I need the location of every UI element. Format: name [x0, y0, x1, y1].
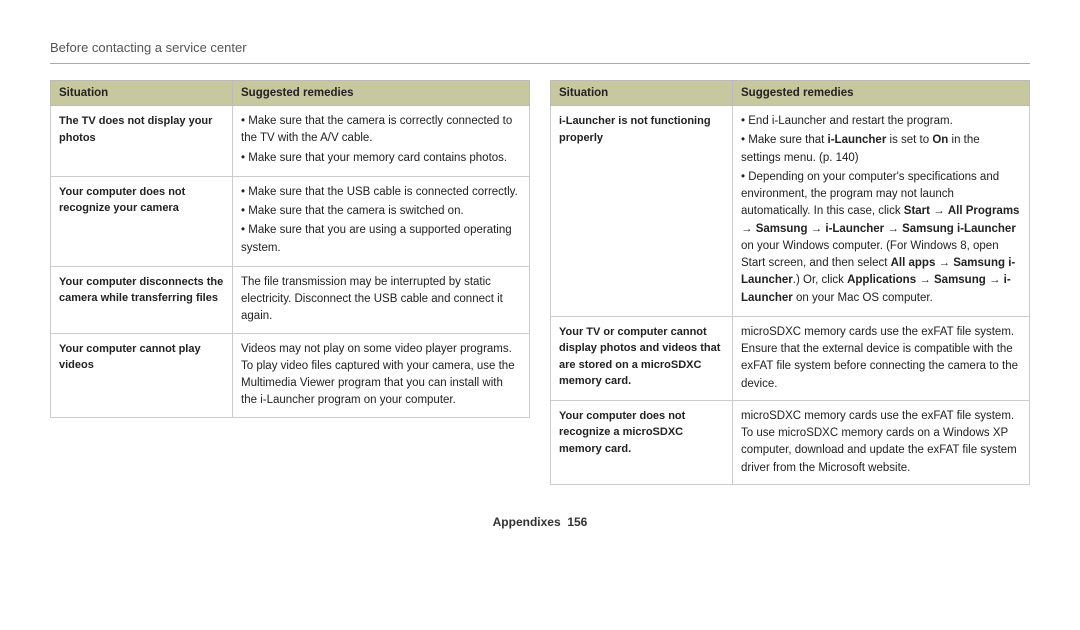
table-row: Your TV or computer cannot display photo…: [551, 316, 1030, 400]
left-col2-header: Suggested remedies: [233, 81, 530, 106]
table-row: Your computer disconnects the camera whi…: [51, 266, 530, 333]
remedy-cell: The file transmission may be interrupted…: [233, 266, 530, 333]
right-col2-header: Suggested remedies: [733, 81, 1030, 106]
remedy-cell: End i-Launcher and restart the program. …: [733, 106, 1030, 317]
table-row: Your computer does not recognize your ca…: [51, 176, 530, 266]
remedy-cell: microSDXC memory cards use the exFAT fil…: [733, 400, 1030, 484]
right-table: Situation Suggested remedies i-Launcher …: [550, 80, 1030, 485]
page-container: Before contacting a service center Situa…: [0, 0, 1080, 559]
page-title: Before contacting a service center: [50, 40, 1030, 64]
table-row: i-Launcher is not functioning properly E…: [551, 106, 1030, 317]
right-col1-header: Situation: [551, 81, 733, 106]
table-row: Your computer does not recognize a micro…: [551, 400, 1030, 484]
footer-text: Appendixes: [493, 515, 561, 529]
left-table-wrap: Situation Suggested remedies The TV does…: [50, 80, 530, 485]
tables-container: Situation Suggested remedies The TV does…: [50, 80, 1030, 485]
table-row: The TV does not display your photos Make…: [51, 106, 530, 177]
right-table-wrap: Situation Suggested remedies i-Launcher …: [550, 80, 1030, 485]
situation-cell: Your computer does not recognize a micro…: [551, 400, 733, 484]
situation-cell: Your TV or computer cannot display photo…: [551, 316, 733, 400]
situation-cell: Your computer cannot play videos: [51, 333, 233, 417]
situation-cell: Your computer disconnects the camera whi…: [51, 266, 233, 333]
remedy-cell: Videos may not play on some video player…: [233, 333, 530, 417]
situation-cell: The TV does not display your photos: [51, 106, 233, 177]
table-row: Your computer cannot play videos Videos …: [51, 333, 530, 417]
situation-cell: Your computer does not recognize your ca…: [51, 176, 233, 266]
footer: Appendixes 156: [50, 515, 1030, 529]
remedy-cell: Make sure that the camera is correctly c…: [233, 106, 530, 177]
left-col1-header: Situation: [51, 81, 233, 106]
remedy-cell: Make sure that the USB cable is connecte…: [233, 176, 530, 266]
remedy-cell: microSDXC memory cards use the exFAT fil…: [733, 316, 1030, 400]
footer-page: 156: [567, 515, 587, 529]
left-table: Situation Suggested remedies The TV does…: [50, 80, 530, 418]
situation-cell: i-Launcher is not functioning properly: [551, 106, 733, 317]
